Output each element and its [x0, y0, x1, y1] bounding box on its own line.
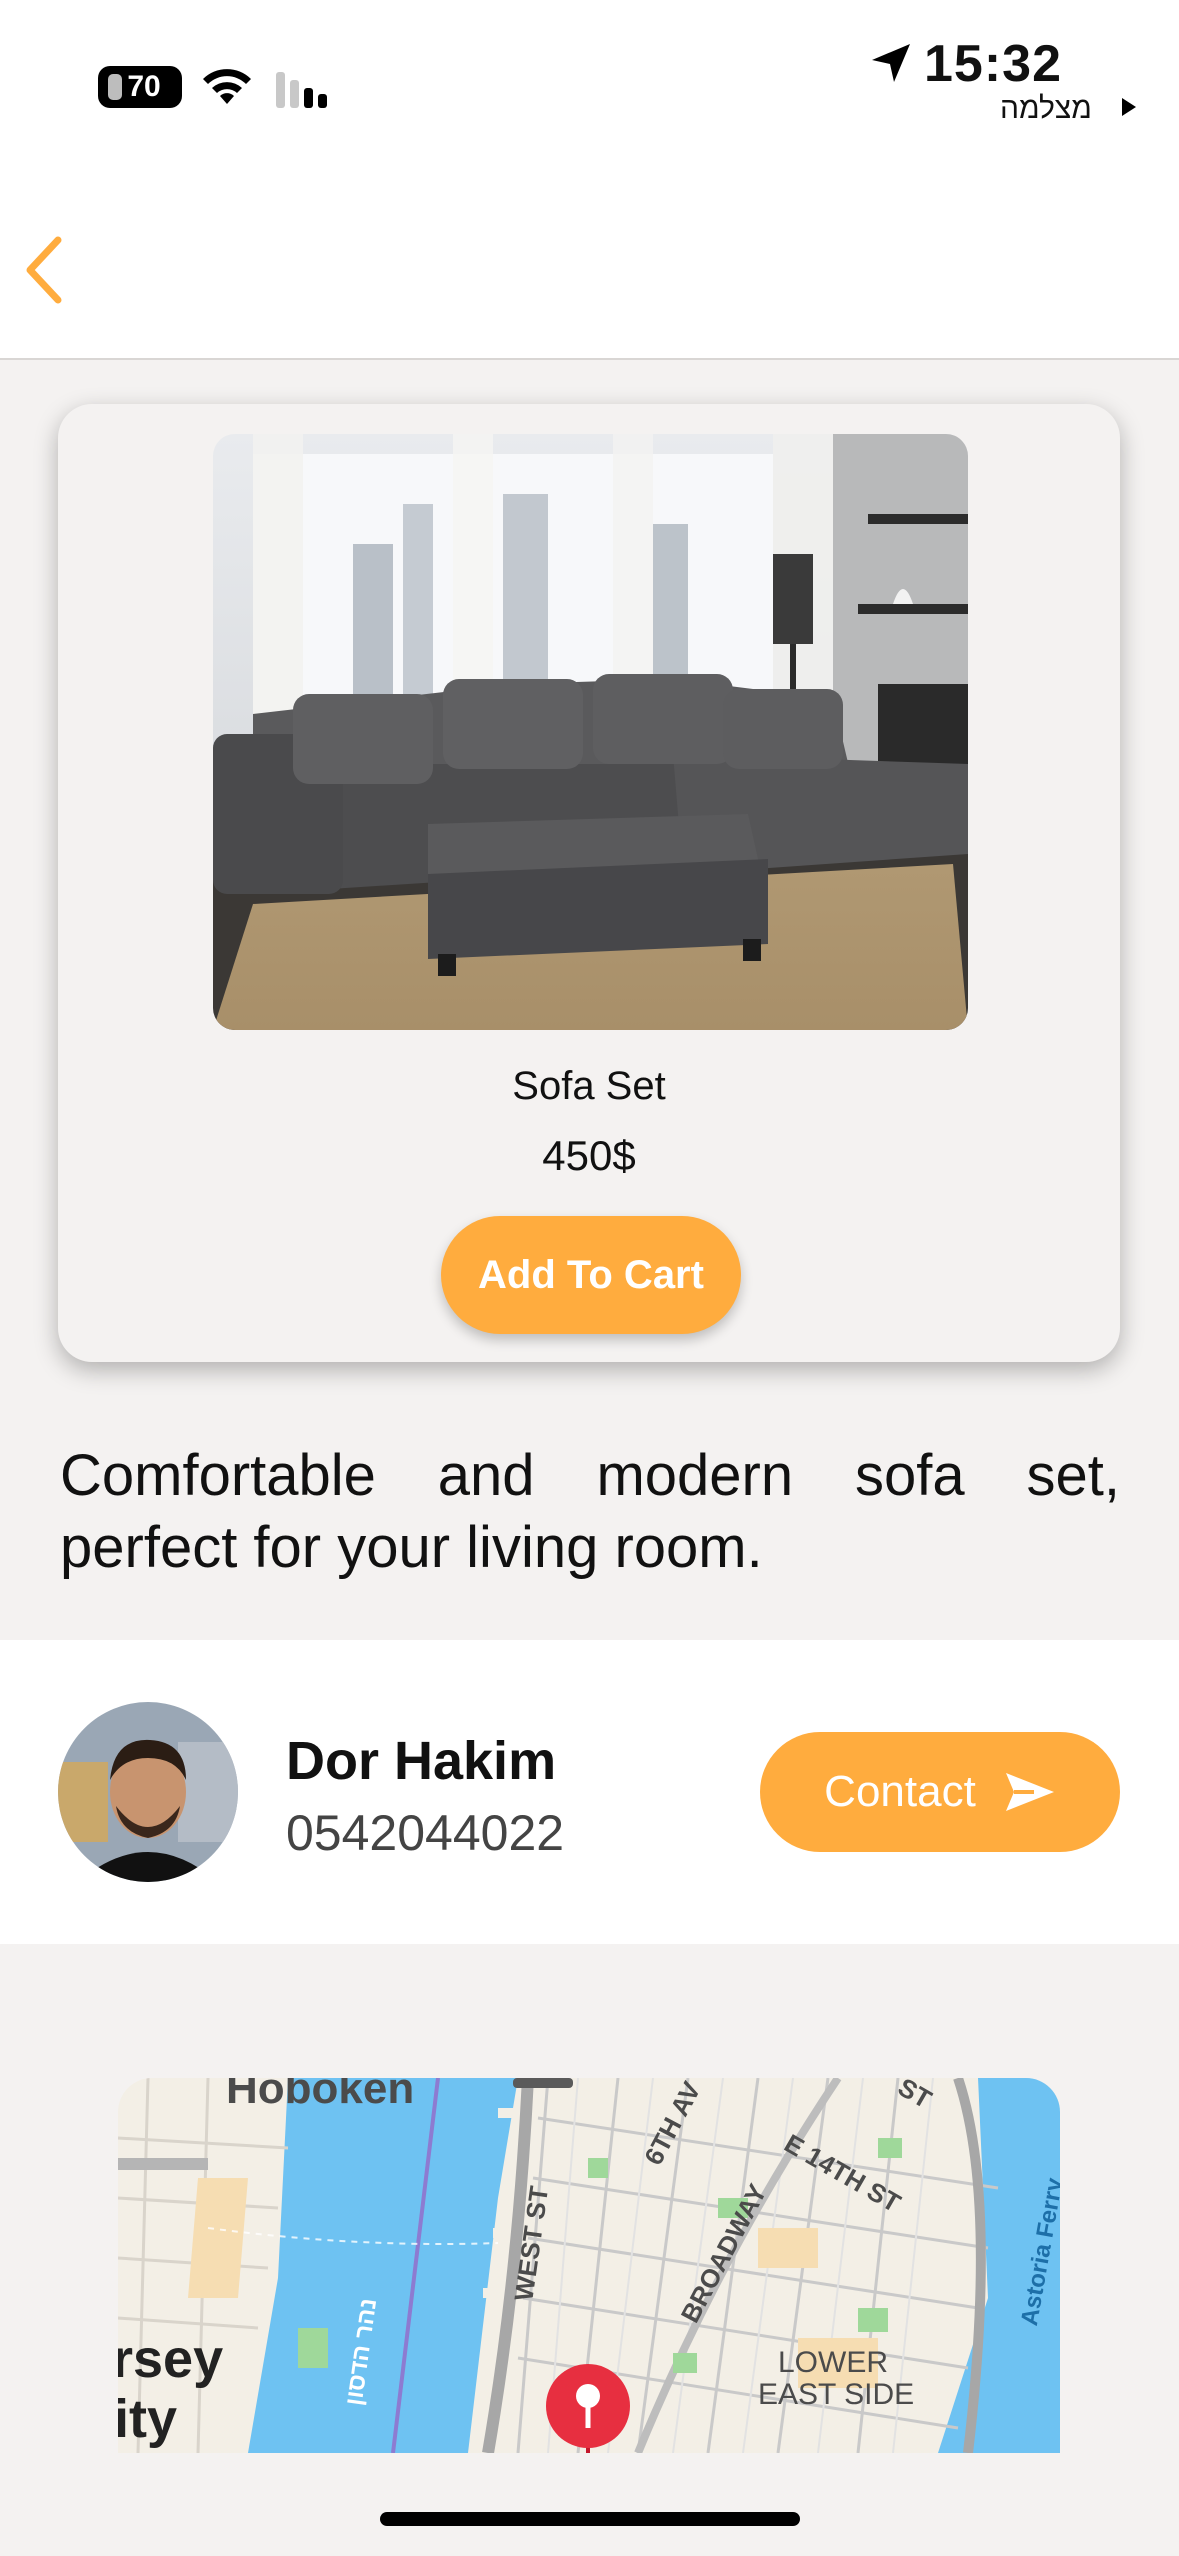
product-description: Comfortable and modern sofa set, perfect…	[60, 1443, 1120, 1580]
battery-level: 70	[127, 70, 161, 103]
contact-label: Contact	[824, 1767, 976, 1816]
home-indicator[interactable]	[380, 2512, 800, 2526]
status-bar: 70 15:32 מצלמה	[0, 0, 1179, 140]
send-icon	[1005, 1773, 1054, 1811]
wifi-icon	[203, 69, 251, 104]
add-to-cart-button[interactable]: Add To Cart	[441, 1216, 741, 1334]
seller-avatar	[58, 1702, 238, 1882]
map-label-lower: LOWER	[778, 2346, 889, 2379]
product-name: Sofa Set	[512, 1064, 666, 1108]
map-label-city: ity	[118, 2389, 178, 2449]
map-label-east-side: EAST SIDE	[758, 2378, 915, 2411]
signal-icon	[276, 72, 327, 108]
product-price: 450$	[542, 1132, 636, 1179]
status-time: 15:32	[924, 35, 1062, 93]
battery-icon: 70	[98, 66, 182, 108]
play-arrow-icon	[1122, 98, 1136, 116]
seller-section: Dor Hakim 0542044022 Contact	[0, 1640, 1179, 1944]
navigation-bar	[0, 140, 1179, 360]
location-arrow-icon	[872, 44, 910, 82]
product-card: Sofa Set 450$ Add To Cart	[58, 404, 1120, 1362]
map-label-hoboken: Hoboken	[226, 2078, 415, 2113]
back-to-app-label[interactable]: מצלמה	[1000, 92, 1092, 126]
contact-button[interactable]: Contact	[760, 1732, 1120, 1852]
seller-phone: 0542044022	[286, 1805, 565, 1861]
back-chevron-icon[interactable]	[14, 230, 74, 310]
seller-name: Dor Hakim	[286, 1731, 557, 1791]
product-image	[213, 434, 968, 1030]
map-label-jersey: rsey	[118, 2329, 224, 2389]
location-map[interactable]: Hoboken WEST ST 6TH AV E 14TH ST BROADWA…	[118, 2078, 1060, 2453]
